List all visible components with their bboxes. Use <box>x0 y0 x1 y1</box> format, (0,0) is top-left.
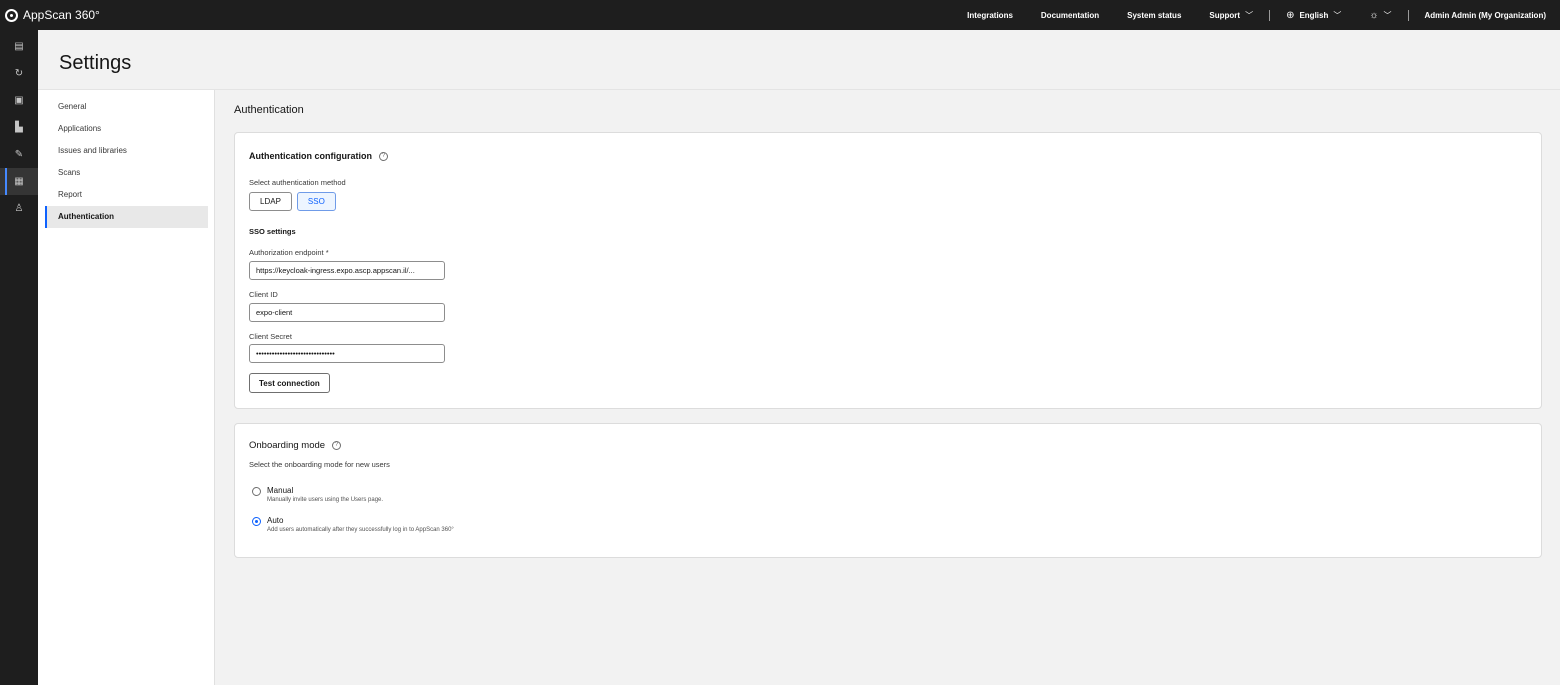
theme-menu[interactable]: ☼ ﹀ <box>1355 10 1405 21</box>
building-icon: ▙ <box>15 122 23 133</box>
chevron-down-icon: ﹀ <box>1333 10 1342 20</box>
nav-report[interactable]: Report <box>45 184 208 206</box>
tools-icon: ✎ <box>14 149 24 160</box>
top-nav: Integrations Documentation System status… <box>953 0 1560 30</box>
nav-applications[interactable]: Applications <box>45 118 208 140</box>
auth-method-switch: LDAP SSO <box>249 192 336 211</box>
chevron-down-icon: ﹀ <box>1383 10 1392 20</box>
user-icon: ♙ <box>14 203 24 214</box>
rail-refresh[interactable]: ↻ <box>0 60 38 87</box>
radio-text: Manual Manually invite users using the U… <box>267 486 383 503</box>
sun-icon: ☼ <box>1369 9 1379 21</box>
radio-description: Add users automatically after they succe… <box>267 527 454 533</box>
brand[interactable]: AppScan 360° <box>0 8 100 22</box>
page-title: Settings <box>59 52 132 74</box>
refresh-icon: ↻ <box>14 68 24 79</box>
nav-general[interactable]: General <box>45 96 208 118</box>
settings-nav: General Applications Issues and librarie… <box>38 90 215 685</box>
radio-manual[interactable]: Manual Manually invite users using the U… <box>252 486 383 503</box>
settings-icon: ▦ <box>14 176 24 187</box>
nav-issues-and-libraries[interactable]: Issues and libraries <box>45 140 208 162</box>
radio-circle[interactable] <box>252 517 261 526</box>
rail-portfolio[interactable]: ▣ <box>0 87 38 114</box>
auth-config-title: Authentication configuration ? <box>249 151 388 161</box>
system-status-link[interactable]: System status <box>1113 11 1195 20</box>
radio-description: Manually invite users using the Users pa… <box>267 497 384 503</box>
authorization-endpoint-input[interactable] <box>249 261 445 280</box>
client-secret-label: Client Secret <box>249 332 292 341</box>
user-menu[interactable]: Admin Admin (My Organization) <box>1411 11 1560 20</box>
client-id-label: Client ID <box>249 290 278 299</box>
radio-label: Auto <box>267 516 284 525</box>
rail-building[interactable]: ▙ <box>0 114 38 141</box>
auth-config-card: Authentication configuration ? Select au… <box>234 132 1542 409</box>
client-id-input[interactable] <box>249 303 445 322</box>
endpoint-label: Authorization endpoint * <box>249 248 329 257</box>
support-label: Support <box>1209 10 1241 20</box>
main-content: Authentication Authentication configurat… <box>215 90 1560 685</box>
chevron-down-icon: ﹀ <box>1245 10 1254 20</box>
sso-settings-heading: SSO settings <box>249 227 296 236</box>
help-icon[interactable]: ? <box>379 151 388 161</box>
appscan-logo-icon <box>5 8 18 22</box>
onboarding-card: Onboarding mode ? Select the onboarding … <box>234 423 1542 558</box>
client-secret-input[interactable] <box>249 344 445 363</box>
divider <box>1407 9 1409 21</box>
radio-auto[interactable]: Auto Add users automatically after they … <box>252 516 454 533</box>
rail-user[interactable]: ♙ <box>0 195 38 222</box>
support-menu[interactable]: Support ﹀ <box>1195 10 1267 21</box>
language-label: English <box>1299 10 1329 20</box>
left-rail: ▤ ↻ ▣ ▙ ✎ ▦ ♙ <box>0 30 38 685</box>
app-title: AppScan 360° <box>23 8 100 22</box>
auth-config-heading: Authentication configuration <box>249 151 372 161</box>
ldap-button[interactable]: LDAP <box>249 192 292 211</box>
sso-button[interactable]: SSO <box>296 192 336 211</box>
divider <box>1269 9 1271 21</box>
radio-circle[interactable] <box>252 487 261 496</box>
page-header: Settings <box>38 30 1560 90</box>
radio-label: Manual <box>267 486 294 495</box>
language-menu[interactable]: ⊕ English ﹀ <box>1272 10 1355 21</box>
documentation-link[interactable]: Documentation <box>1027 11 1113 20</box>
onboarding-description: Select the onboarding mode for new users <box>249 460 390 469</box>
rail-tools[interactable]: ✎ <box>0 141 38 168</box>
globe-icon: ⊕ <box>1286 9 1295 21</box>
radio-text: Auto Add users automatically after they … <box>267 516 454 533</box>
rail-settings[interactable]: ▦ <box>0 168 38 195</box>
integrations-link[interactable]: Integrations <box>953 11 1027 20</box>
section-title: Authentication <box>234 104 304 116</box>
onboarding-heading: Onboarding mode <box>249 440 326 451</box>
dashboard-icon: ▤ <box>14 41 24 52</box>
test-connection-button[interactable]: Test connection <box>249 373 330 393</box>
nav-authentication[interactable]: Authentication <box>45 206 208 228</box>
onboarding-title: Onboarding mode ? <box>249 440 342 451</box>
method-label: Select authentication method <box>249 178 346 187</box>
help-icon[interactable]: ? <box>332 441 342 450</box>
top-bar: AppScan 360° Integrations Documentation … <box>0 0 1560 30</box>
portfolio-icon: ▣ <box>14 95 24 106</box>
rail-dashboard[interactable]: ▤ <box>0 33 38 60</box>
nav-scans[interactable]: Scans <box>45 162 208 184</box>
